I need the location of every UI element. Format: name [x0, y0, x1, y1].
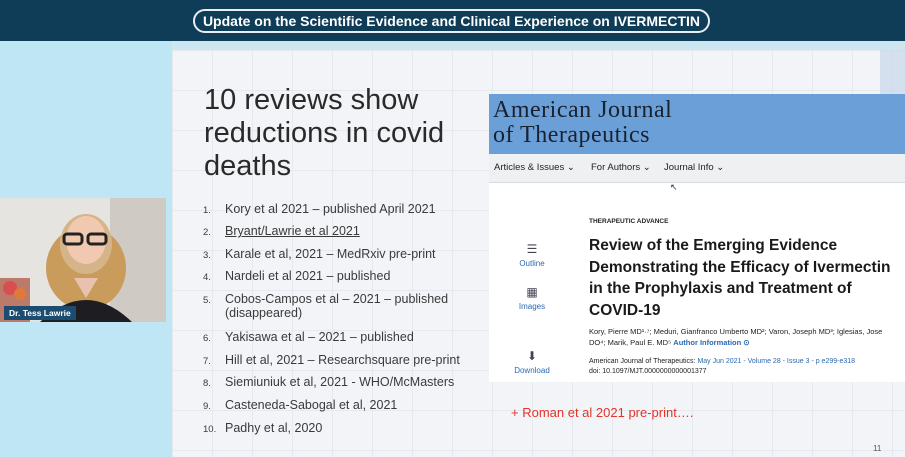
speaker-avatar: [0, 198, 166, 322]
nav-for-authors[interactable]: For Authors ⌄: [591, 162, 651, 173]
article-authors: Kory, Pierre MD¹·⁷; Meduri, Gianfranco U…: [589, 327, 883, 347]
journal-header: American Journal of Therapeutics: [489, 94, 905, 154]
list-item: 9. Casteneda-Sabogal et al, 2021: [203, 398, 398, 412]
download-icon: ⬇: [526, 349, 538, 363]
list-item: 1. Kory et al 2021 – published April 2021: [203, 202, 436, 216]
nav-articles-issues[interactable]: Articles & Issues ⌄: [494, 162, 575, 173]
list-item: 10. Padhy et al, 2020: [203, 421, 323, 435]
article-title: Review of the Emerging Evidence Demonstr…: [589, 237, 891, 319]
slide-headline: 10 reviews show reductions in covid deat…: [204, 84, 445, 182]
list-item: 6. Yakisawa et al – 2021 – published: [203, 330, 414, 344]
list-item: 7. Hill et al, 2021 – Researchsquare pre-…: [203, 353, 460, 367]
list-item: 2. Bryant/Lawrie et al 2021: [203, 224, 490, 238]
page-number: 11: [873, 444, 882, 453]
issue-link[interactable]: May Jun 2021 - Volume 28 - Issue 3 - p e…: [697, 358, 855, 365]
journal-screenshot: American Journal of Therapeutics Article…: [489, 94, 905, 382]
article-category: THERAPEUTIC ADVANCE: [589, 218, 669, 225]
journal-logo: American Journal of Therapeutics: [493, 97, 673, 148]
article-citation: American Journal of Therapeutics: May Ju…: [589, 357, 904, 377]
nav-journal-info[interactable]: Journal Info ⌄: [664, 162, 724, 173]
author-information-link[interactable]: Author Information ⊙: [673, 338, 749, 347]
review-link[interactable]: Bryant/Lawrie et al 2021: [225, 224, 490, 238]
outline-button[interactable]: ☰ Outline: [502, 242, 562, 268]
list-item: 8. Siemiuniuk et al, 2021 - WHO/McMasters: [203, 375, 455, 389]
images-button[interactable]: ▦ Images: [502, 285, 562, 311]
list-item: 5. Cobos-Campos et al – 2021 – published …: [203, 292, 449, 320]
speaker-name: Dr. Tess Lawrie: [4, 306, 76, 320]
list-item: 3. Karale et al, 2021 – MedRxiv pre-print: [203, 247, 436, 261]
download-button[interactable]: ⬇ Download: [502, 349, 562, 375]
mouse-cursor-icon: ↖: [670, 182, 678, 192]
video-banner: Update on the Scientific Evidence and Cl…: [0, 0, 905, 41]
footnote: + Roman et al 2021 pre-print….: [511, 405, 694, 420]
outline-icon: ☰: [526, 242, 538, 256]
images-icon: ▦: [526, 285, 538, 299]
doi: doi: 10.1097/MJT.0000000000001377: [589, 368, 707, 375]
speaker-video: [0, 198, 166, 322]
list-item: 4. Nardeli et al 2021 – published: [203, 269, 391, 283]
presentation-title: Update on the Scientific Evidence and Cl…: [193, 9, 710, 33]
journal-nav: Articles & Issues ⌄ For Authors ⌄ Journa…: [489, 154, 905, 183]
